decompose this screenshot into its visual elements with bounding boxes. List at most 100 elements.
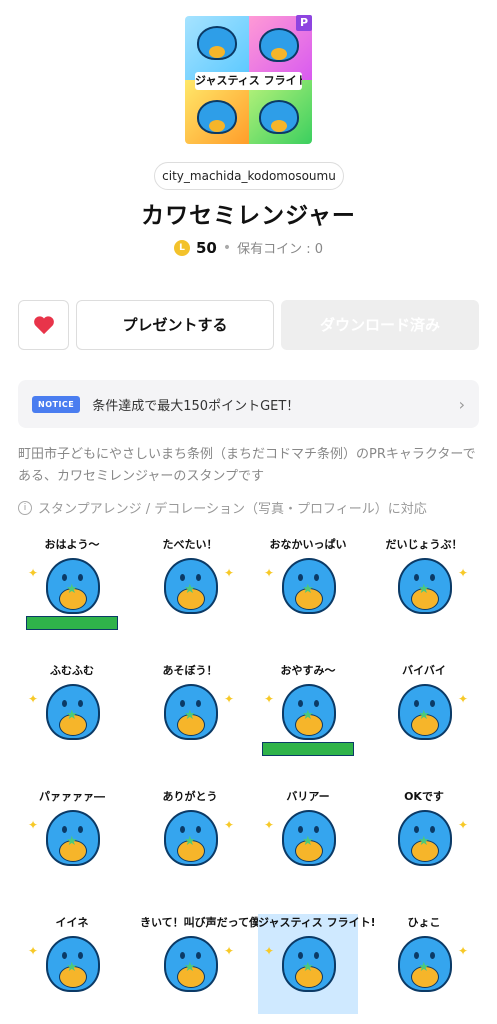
sparkle-icon: ✦ xyxy=(458,818,469,832)
ground-decoration xyxy=(262,742,354,756)
sticker-item[interactable]: ジャスティス フライト!! ★ ✦ xyxy=(258,914,381,1014)
sticker-caption: パァァァァ― xyxy=(39,790,105,803)
favorite-button[interactable] xyxy=(18,300,69,350)
sticker-item[interactable]: あそぼう！ ★ ✦ xyxy=(140,662,240,762)
sparkle-icon: ✦ xyxy=(28,944,39,958)
star-icon: ★ xyxy=(302,582,314,597)
sticker-item[interactable]: だいじょうぶ！ ★ ✦ xyxy=(374,536,474,636)
sticker-caption: だいじょうぶ！ xyxy=(385,538,463,551)
character-eye xyxy=(414,574,419,581)
star-icon: ★ xyxy=(184,708,196,723)
sparkle-icon: ✦ xyxy=(28,566,39,580)
character-eye xyxy=(78,574,83,581)
sticker-item[interactable]: パァァァァ― ★ ✦ xyxy=(22,788,122,888)
ground-decoration xyxy=(26,616,118,630)
sparkle-icon: ✦ xyxy=(264,818,275,832)
sticker-item[interactable]: たべたい！ ★ ✦ xyxy=(140,536,240,636)
sticker-caption: バイバイ xyxy=(402,664,446,677)
character-eye xyxy=(62,574,67,581)
star-icon: ★ xyxy=(184,960,196,975)
package-description: 町田市子どもにやさしいまち条例（まちだコドマチ条例）のPRキャラクターである、カ… xyxy=(18,447,476,484)
star-icon: ★ xyxy=(66,960,78,975)
sticker-caption: きいて！叫び声だって僕たちの意見 xyxy=(140,916,316,929)
character-eye xyxy=(180,700,185,707)
sticker-item[interactable]: ふむふむ ★ ✦ xyxy=(22,662,122,762)
sticker-caption: おなかいっぱい xyxy=(269,538,347,551)
sparkle-icon: ✦ xyxy=(264,944,275,958)
price-row: L 50 • 保有コイン : 0 xyxy=(0,238,497,257)
character-eye xyxy=(62,826,67,833)
sparkle-icon: ✦ xyxy=(224,692,235,706)
star-icon: ★ xyxy=(66,708,78,723)
sticker-item[interactable]: バリアー ★ ✦ xyxy=(258,788,358,888)
sticker-caption: OKです xyxy=(404,790,444,803)
sparkle-icon: ✦ xyxy=(28,818,39,832)
download-button[interactable]: ダウンロード済み xyxy=(281,300,479,350)
star-icon: ★ xyxy=(302,834,314,849)
character-eye xyxy=(180,826,185,833)
character-eye xyxy=(430,574,435,581)
sticker-caption: あそぼう！ xyxy=(162,664,218,677)
character-eye xyxy=(298,826,303,833)
sparkle-icon: ✦ xyxy=(264,566,275,580)
price-value: 50 xyxy=(195,238,217,257)
sparkle-icon: ✦ xyxy=(28,692,39,706)
sticker-caption: たべたい！ xyxy=(162,538,218,551)
package-title: カワセミレンジャー xyxy=(141,203,356,229)
character-eye xyxy=(298,574,303,581)
notice-text: 条件達成で最大150ポイントGET！ xyxy=(92,398,300,414)
star-icon: ★ xyxy=(184,582,196,597)
gift-button[interactable]: プレゼントする xyxy=(76,300,274,350)
character-eye xyxy=(314,952,319,959)
sticker-caption: おやすみ～ xyxy=(280,664,336,677)
sparkle-icon: ✦ xyxy=(224,944,235,958)
feature-note: i スタンプアレンジ / デコレーション（写真・プロフィール）に対応 xyxy=(18,498,479,517)
sparkle-icon: ✦ xyxy=(264,692,275,706)
coin-icon: L xyxy=(173,239,190,256)
heart-icon xyxy=(33,316,54,335)
character-eye xyxy=(62,952,67,959)
hero-banner-text: ジャスティス フライト!! xyxy=(195,72,302,90)
character-eye xyxy=(430,952,435,959)
character-eye xyxy=(298,700,303,707)
star-icon: ★ xyxy=(302,960,314,975)
character-eye xyxy=(414,826,419,833)
star-icon: ★ xyxy=(66,582,78,597)
sparkle-icon: ✦ xyxy=(224,566,235,580)
star-icon: ★ xyxy=(418,582,430,597)
sticker-item[interactable]: おなかいっぱい ★ ✦ xyxy=(258,536,358,636)
character-eye xyxy=(314,700,319,707)
sparkle-icon: ✦ xyxy=(224,818,235,832)
sticker-caption: おはよう～ xyxy=(44,538,100,551)
sticker-caption: ジャスティス フライト!! xyxy=(258,916,381,929)
notice-banner[interactable]: NOTICE 条件達成で最大150ポイントGET！ › xyxy=(18,380,479,428)
star-icon: ★ xyxy=(418,708,430,723)
character-eye xyxy=(62,700,67,707)
sticker-item[interactable]: イイネ ★ ✦ xyxy=(22,914,122,1014)
character-eye xyxy=(430,700,435,707)
star-icon: ★ xyxy=(184,834,196,849)
character-eye xyxy=(298,952,303,959)
character-eye xyxy=(314,826,319,833)
sticker-item[interactable]: バイバイ ★ ✦ xyxy=(374,662,474,762)
sticker-item[interactable]: きいて！叫び声だって僕たちの意見 ★ ✦ xyxy=(140,914,316,1014)
sticker-item[interactable]: ひょこ ★ ✦ xyxy=(374,914,474,1014)
character-eye xyxy=(430,826,435,833)
sticker-item[interactable]: おはよう～ ★ ✦ xyxy=(22,536,122,636)
character-eye xyxy=(180,574,185,581)
sticker-item[interactable]: おやすみ～ ★ ✦ xyxy=(258,662,358,762)
chevron-right-icon: › xyxy=(458,394,465,414)
sticker-item[interactable]: OKです ★ ✦ xyxy=(374,788,474,888)
info-icon: i xyxy=(18,500,32,515)
feature-text: スタンプアレンジ / デコレーション（写真・プロフィール）に対応 xyxy=(38,502,427,517)
separator: • xyxy=(222,239,232,256)
main-sticker-image: ジャスティス フライト!! xyxy=(185,16,312,144)
sticker-caption: ひょこ xyxy=(407,916,441,929)
author-link[interactable]: city_machida_kodomosoumu xyxy=(154,162,344,190)
character-eye xyxy=(314,574,319,581)
sparkle-icon: ✦ xyxy=(458,944,469,958)
sticker-item[interactable]: ありがとう ★ ✦ xyxy=(140,788,240,888)
star-icon: ★ xyxy=(418,960,430,975)
character-eye xyxy=(196,574,201,581)
sticker-grid: おはよう～ ★ ✦ たべたい！ ★ ✦ おなかいっぱい ★ ✦ だいじょうぶ！ ★ ✦ ふむふむ ★ ✦ あそ… xyxy=(22,536,478,1016)
